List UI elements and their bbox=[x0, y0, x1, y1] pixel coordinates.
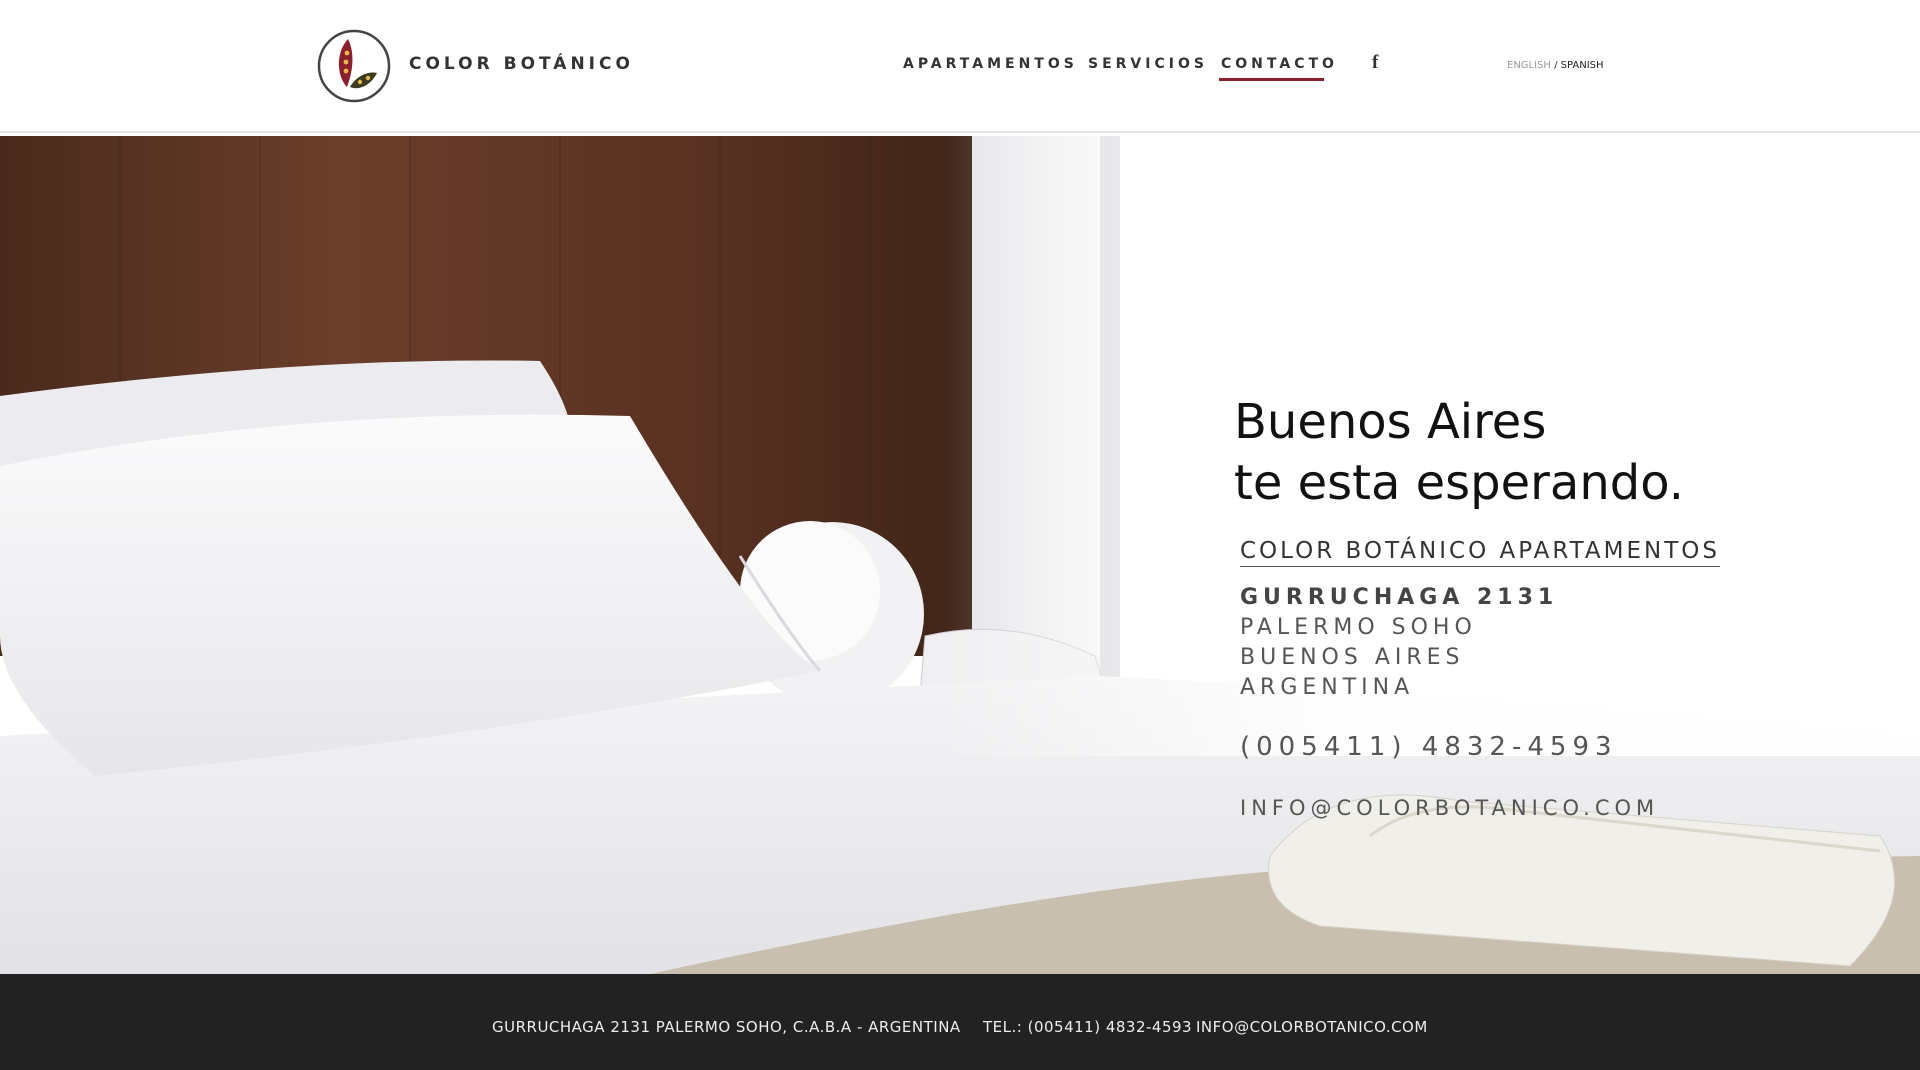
hero-title-line2: te esta esperando. bbox=[1234, 455, 1684, 511]
language-switcher: ENGLISH / SPANISH bbox=[1507, 60, 1604, 71]
hero-title-line1: Buenos Aires bbox=[1234, 394, 1547, 450]
footer-email-link[interactable]: INFO@COLORBOTANICO.COM bbox=[1196, 1018, 1428, 1036]
footer-phone[interactable]: TEL.: (005411) 4832-4593 bbox=[983, 1018, 1192, 1036]
lang-spanish-link[interactable]: SPANISH bbox=[1561, 60, 1604, 71]
facebook-icon[interactable]: f bbox=[1372, 53, 1384, 73]
hero-email-link[interactable]: INFO@COLORBOTANICO.COM bbox=[1240, 796, 1659, 820]
site-header: COLOR BOTÁNICO APARTAMENTOS SERVICIOS CO… bbox=[0, 0, 1920, 133]
brand-name[interactable]: COLOR BOTÁNICO bbox=[409, 54, 634, 74]
nav-servicios[interactable]: SERVICIOS bbox=[1088, 56, 1208, 72]
address-neighborhood: PALERMO SOHO bbox=[1240, 615, 1477, 640]
address-street: GURRUCHAGA 2131 bbox=[1240, 585, 1559, 610]
hero-phone[interactable]: (005411) 4832-4593 bbox=[1240, 732, 1618, 762]
lang-separator: / bbox=[1550, 60, 1561, 71]
hero-subtitle: COLOR BOTÁNICO APARTAMENTOS bbox=[1240, 538, 1720, 567]
hero-section: Buenos Aires te esta esperando. COLOR BO… bbox=[0, 136, 1920, 974]
logo-icon[interactable] bbox=[317, 29, 391, 103]
nav-contacto[interactable]: CONTACTO bbox=[1221, 56, 1338, 72]
nav-active-underline bbox=[1219, 78, 1324, 81]
address-city: BUENOS AIRES bbox=[1240, 645, 1465, 670]
address-country: ARGENTINA bbox=[1240, 675, 1415, 700]
hero-title: Buenos Aires te esta esperando. bbox=[1234, 392, 1684, 514]
lang-english-link[interactable]: ENGLISH bbox=[1507, 60, 1551, 71]
nav-apartamentos[interactable]: APARTAMENTOS bbox=[903, 56, 1078, 72]
footer-address: GURRUCHAGA 2131 PALERMO SOHO, C.A.B.A - … bbox=[492, 1018, 961, 1036]
